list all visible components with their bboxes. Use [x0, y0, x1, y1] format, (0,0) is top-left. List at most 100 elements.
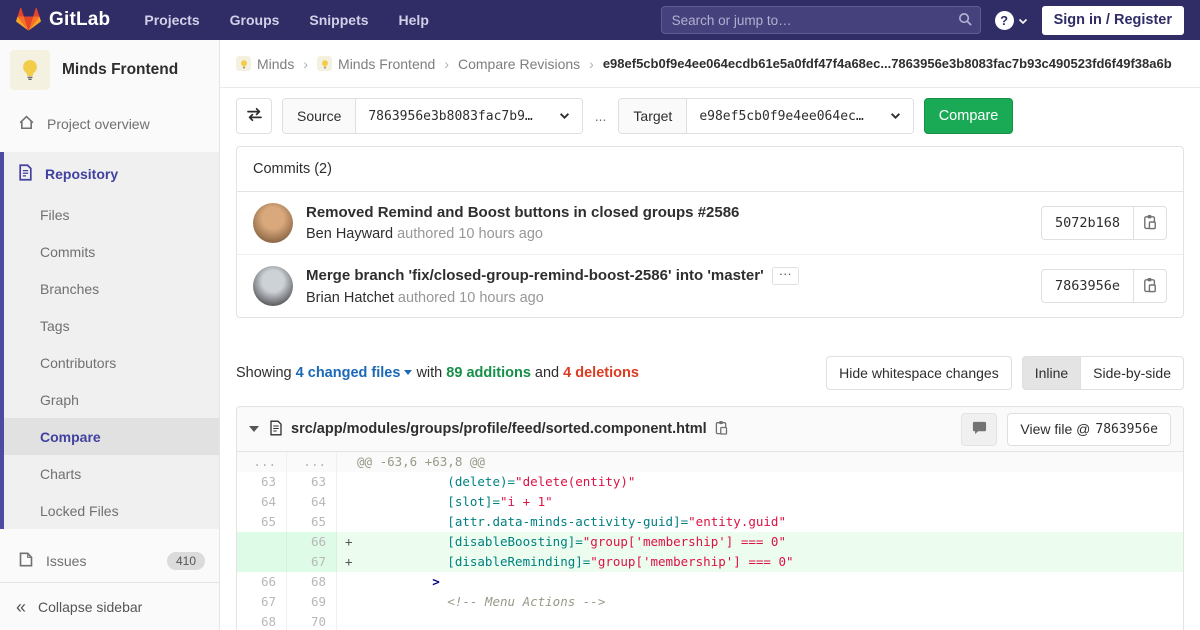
- sidebar-item-locked-files[interactable]: Locked Files: [4, 492, 219, 529]
- target-ref-value: e98ef5cb0f9e4ee064ec…: [699, 108, 864, 124]
- commit-author-link[interactable]: Ben Hayward: [306, 226, 393, 242]
- diff-line: 66 68 >: [237, 572, 1183, 592]
- breadcrumb-label: Compare Revisions: [457, 55, 581, 72]
- diff-line-code: <!-- Menu Actions -->: [337, 592, 1183, 612]
- sidebar-item-project-overview[interactable]: Project overview: [0, 104, 219, 144]
- issues-icon: [18, 551, 34, 571]
- diff-line-number-old[interactable]: 65: [237, 512, 287, 532]
- breadcrumb-project-link[interactable]: Minds Frontend: [317, 56, 435, 72]
- sidebar-item-repository[interactable]: Repository: [4, 152, 219, 196]
- nav-link-snippets[interactable]: Snippets: [309, 12, 368, 28]
- sidebar-item-charts[interactable]: Charts: [4, 455, 219, 492]
- commits-panel-header: Commits (2): [237, 147, 1183, 192]
- diff-line-number-old[interactable]: 68: [237, 612, 287, 630]
- diff-line: 66 + [disableBoosting]="group['membership…: [237, 532, 1183, 552]
- breadcrumb-group-link[interactable]: Minds: [236, 56, 294, 72]
- nav-link-projects[interactable]: Projects: [144, 12, 199, 28]
- diff-line: ...... @@ -63,6 +63,8 @@: [237, 452, 1183, 472]
- diff-file-header: src/app/modules/groups/profile/feed/sort…: [237, 407, 1183, 452]
- commit-list: Removed Remind and Boost buttons in clos…: [237, 192, 1183, 317]
- code-segment-str: "group['membership'] === 0": [590, 554, 794, 569]
- commit-sha-button[interactable]: 7863956e: [1040, 269, 1133, 303]
- sidebar-item-graph[interactable]: Graph: [4, 381, 219, 418]
- nav-link-help[interactable]: Help: [399, 12, 429, 28]
- changed-files-dropdown[interactable]: 4 changed files: [296, 365, 413, 381]
- diff-file-path[interactable]: src/app/modules/groups/profile/feed/sort…: [291, 421, 707, 437]
- diff-line-number-new[interactable]: 65: [287, 512, 337, 532]
- avatar[interactable]: [253, 266, 293, 306]
- hide-whitespace-button[interactable]: Hide whitespace changes: [826, 356, 1012, 390]
- source-ref-dropdown[interactable]: 7863956e3b8083fac7b9…: [356, 99, 582, 133]
- gitlab-logo[interactable]: GitLab: [16, 7, 110, 34]
- commit-sha-button[interactable]: 5072b168: [1040, 206, 1133, 240]
- page-body: Source 7863956e3b8083fac7b9… ... Target …: [220, 88, 1200, 630]
- lightbulb-icon: [18, 57, 42, 84]
- nav-link-groups[interactable]: Groups: [230, 12, 280, 28]
- sidebar-item-issues[interactable]: Issues 410: [0, 541, 219, 581]
- view-file-button[interactable]: View file @ 7863956e: [1007, 412, 1171, 446]
- commits-panel: Commits (2) Removed Remind and Boost but…: [236, 146, 1184, 318]
- source-ref-value: 7863956e3b8083fac7b9…: [368, 108, 533, 124]
- diff-line-number-old[interactable]: [237, 532, 287, 552]
- sidebar-item-branches[interactable]: Branches: [4, 270, 219, 307]
- help-menu[interactable]: ?: [994, 10, 1028, 30]
- side-by-side-view-button[interactable]: Side-by-side: [1080, 356, 1184, 390]
- code-segment-attr: [attr.data-minds-activity-guid]=: [357, 514, 689, 529]
- diff-line-number-new[interactable]: 69: [287, 592, 337, 612]
- diff-line-number-new[interactable]: 70: [287, 612, 337, 630]
- toggle-comments-button[interactable]: [961, 412, 998, 446]
- breadcrumb-separator: ›: [589, 55, 594, 72]
- chevron-down-icon: [559, 109, 570, 124]
- diff-line: 67 69 <!-- Menu Actions -->: [237, 592, 1183, 612]
- diff-line-number-old[interactable]: 64: [237, 492, 287, 512]
- avatar[interactable]: [253, 203, 293, 243]
- code-segment-str: "group['membership'] === 0": [582, 534, 786, 549]
- commit-title-link[interactable]: Removed Remind and Boost buttons in clos…: [306, 204, 739, 221]
- sign-in-button[interactable]: Sign in / Register: [1041, 5, 1184, 35]
- copy-sha-button[interactable]: [1133, 206, 1167, 240]
- diff-line-number-new[interactable]: ...: [287, 452, 337, 472]
- diff-line-number-old[interactable]: 67: [237, 592, 287, 612]
- diff-line-number-old[interactable]: [237, 552, 287, 572]
- copy-path-icon[interactable]: [715, 420, 728, 438]
- sidebar-item-contributors[interactable]: Contributors: [4, 344, 219, 381]
- diff-line-number-new[interactable]: 68: [287, 572, 337, 592]
- diff-line-number-new[interactable]: 64: [287, 492, 337, 512]
- clipboard-icon: [1143, 214, 1157, 233]
- sidebar-item-tags[interactable]: Tags: [4, 307, 219, 344]
- diff-line-number-new[interactable]: 67: [287, 552, 337, 572]
- search-icon[interactable]: [958, 12, 973, 30]
- diff-view-controls: Hide whitespace changes Inline Side-by-s…: [826, 356, 1184, 390]
- commit-description-toggle-button[interactable]: ···: [771, 266, 799, 285]
- target-ref-dropdown[interactable]: e98ef5cb0f9e4ee064ec…: [687, 99, 913, 133]
- main-content: Minds › Minds Frontend › Compare Revisio…: [220, 40, 1200, 630]
- sidebar-item-compare[interactable]: Compare: [4, 418, 219, 455]
- breadcrumb-label: Minds Frontend: [338, 55, 436, 72]
- swap-revisions-button[interactable]: [236, 98, 272, 134]
- copy-sha-button[interactable]: [1133, 269, 1167, 303]
- code-segment-cmt: <!-- Menu Actions -->: [357, 594, 606, 609]
- collapse-diff-caret-icon[interactable]: [249, 426, 259, 432]
- document-icon: [18, 164, 33, 184]
- commit-authored-time: authored 10 hours ago: [393, 289, 544, 306]
- project-avatar[interactable]: [10, 50, 50, 90]
- compare-button[interactable]: Compare: [923, 98, 1014, 134]
- commit-author-link[interactable]: Brian Hatchet: [306, 290, 394, 306]
- diff-line-number-old[interactable]: ...: [237, 452, 287, 472]
- project-name[interactable]: Minds Frontend: [62, 61, 178, 79]
- diff-line-number-new[interactable]: 66: [287, 532, 337, 552]
- commit-row: Removed Remind and Boost buttons in clos…: [237, 192, 1183, 254]
- search-input[interactable]: [660, 6, 981, 34]
- swap-arrows-icon: [246, 107, 263, 125]
- diff-line-number-old[interactable]: 66: [237, 572, 287, 592]
- diff-line-number-new[interactable]: 63: [287, 472, 337, 492]
- inline-view-button[interactable]: Inline: [1021, 356, 1081, 390]
- code-segment-str: "delete(entity)": [515, 474, 636, 489]
- diff-line-number-old[interactable]: 63: [237, 472, 287, 492]
- collapse-sidebar-button[interactable]: « Collapse sidebar: [0, 582, 219, 630]
- sidebar-item-files[interactable]: Files: [4, 196, 219, 233]
- code-segment-tag: >: [357, 574, 440, 589]
- sidebar-item-commits[interactable]: Commits: [4, 233, 219, 270]
- commit-title-link[interactable]: Merge branch 'fix/closed-group-remind-bo…: [306, 267, 764, 284]
- breadcrumb-section-link[interactable]: Compare Revisions: [458, 56, 580, 72]
